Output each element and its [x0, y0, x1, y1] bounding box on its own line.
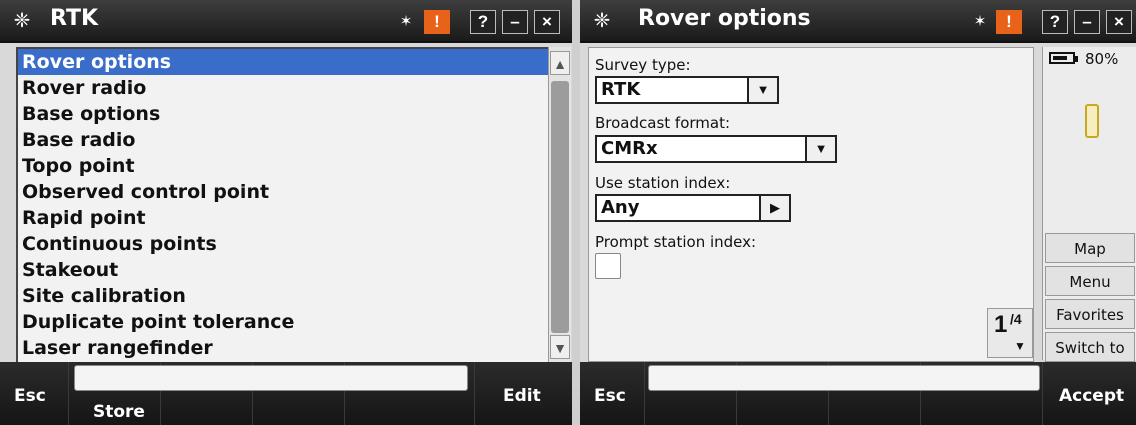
list-item[interactable]: Base options	[18, 101, 550, 127]
favorites-button[interactable]: Favorites	[1045, 299, 1135, 329]
battery-percent: 80%	[1085, 50, 1119, 68]
status-message-box	[648, 365, 1040, 391]
options-list: Rover options Rover radio Base options B…	[16, 47, 552, 364]
window-title: Rover options	[638, 6, 811, 31]
page-down-icon: ▼	[1014, 339, 1026, 353]
title-bar: ❈ Rover options ✶ ! ? – ×	[580, 0, 1136, 43]
battery-icon	[1049, 52, 1075, 64]
esc-label: Esc	[14, 386, 46, 406]
list-item[interactable]: Topo point	[18, 153, 550, 179]
battery-level	[1053, 56, 1067, 60]
list-item[interactable]: Site calibration	[18, 283, 550, 309]
warning-button[interactable]: !	[424, 10, 450, 34]
page-indicator-button[interactable]: 1 /4 ▼	[987, 308, 1033, 358]
broadcast-format-label: Broadcast format:	[595, 114, 731, 132]
minimize-button[interactable]: –	[502, 10, 528, 34]
station-index-selector[interactable]: Any ▶	[595, 194, 791, 222]
list-item[interactable]: Observed control point	[18, 179, 550, 205]
prompt-station-index-label: Prompt station index:	[595, 233, 757, 251]
accept-button[interactable]: Accept	[1042, 362, 1136, 425]
satellite-icon[interactable]: ✶	[968, 10, 992, 34]
list-item[interactable]: Base radio	[18, 127, 550, 153]
survey-type-label: Survey type:	[595, 56, 691, 74]
app-logo-icon[interactable]: ❈	[10, 9, 34, 33]
scroll-up-icon[interactable]: ▲	[550, 51, 570, 75]
window-title: RTK	[50, 6, 99, 31]
station-index-value: Any	[601, 197, 640, 218]
esc-button[interactable]: Esc	[580, 362, 644, 425]
switch-to-button[interactable]: Switch to	[1045, 332, 1135, 362]
survey-type-dropdown[interactable]: RTK ▼	[595, 76, 779, 104]
chevron-down-icon[interactable]: ▼	[747, 78, 777, 102]
accept-label: Accept	[1059, 386, 1125, 406]
list-item[interactable]: Rover options	[18, 49, 550, 75]
scroll-down-icon[interactable]: ▼	[550, 335, 570, 359]
list-item[interactable]: Laser rangefinder	[18, 335, 550, 361]
broadcast-format-value: CMRx	[601, 138, 658, 159]
rover-options-form: Survey type: RTK ▼ Broadcast format: CMR…	[588, 47, 1034, 362]
rtk-window: ❈ RTK ✶ ! ? – × Rover options Rover radi…	[0, 0, 572, 425]
scrollbar[interactable]: ▲ ▼	[548, 47, 571, 363]
satellite-icon[interactable]: ✶	[394, 10, 418, 34]
warning-button[interactable]: !	[996, 10, 1022, 34]
battery-terminal	[1075, 56, 1078, 62]
status-message-box	[74, 365, 468, 391]
scroll-thumb[interactable]	[551, 81, 569, 333]
list-item[interactable]: Rover radio	[18, 75, 550, 101]
esc-button[interactable]: Esc	[0, 362, 68, 425]
store-label: Store	[93, 402, 145, 422]
list-item[interactable]: Duplicate point tolerance	[18, 309, 550, 335]
menu-button[interactable]: Menu	[1045, 266, 1135, 296]
esc-label: Esc	[594, 386, 626, 406]
station-index-label: Use station index:	[595, 174, 731, 192]
edit-button[interactable]: Edit	[474, 362, 572, 425]
chevron-down-icon[interactable]: ▼	[805, 137, 835, 161]
panel-divider	[572, 0, 580, 425]
list-item[interactable]: Stakeout	[18, 257, 550, 283]
help-button[interactable]: ?	[470, 10, 496, 34]
page-total: /4	[1010, 311, 1022, 327]
close-button[interactable]: ×	[1106, 10, 1132, 34]
close-button[interactable]: ×	[534, 10, 560, 34]
title-bar: ❈ RTK ✶ ! ? – ×	[0, 0, 572, 43]
minimize-button[interactable]: –	[1074, 10, 1100, 34]
help-button[interactable]: ?	[1042, 10, 1068, 34]
status-side-panel: 80% Map Menu Favorites Switch to	[1042, 47, 1136, 362]
edit-label: Edit	[503, 386, 541, 406]
list-item[interactable]: Continuous points	[18, 231, 550, 257]
survey-type-value: RTK	[601, 79, 641, 100]
prompt-station-index-checkbox[interactable]	[595, 253, 621, 279]
broadcast-format-dropdown[interactable]: CMRx ▼	[595, 135, 837, 163]
map-button[interactable]: Map	[1045, 233, 1135, 263]
gnss-receiver-icon[interactable]	[1085, 104, 1099, 138]
rover-options-window: ❈ Rover options ✶ ! ? – × Survey type: R…	[580, 0, 1136, 425]
chevron-right-icon[interactable]: ▶	[759, 196, 789, 220]
list-item[interactable]: Rapid point	[18, 205, 550, 231]
app-logo-icon[interactable]: ❈	[590, 9, 614, 33]
page-current: 1	[994, 311, 1008, 338]
